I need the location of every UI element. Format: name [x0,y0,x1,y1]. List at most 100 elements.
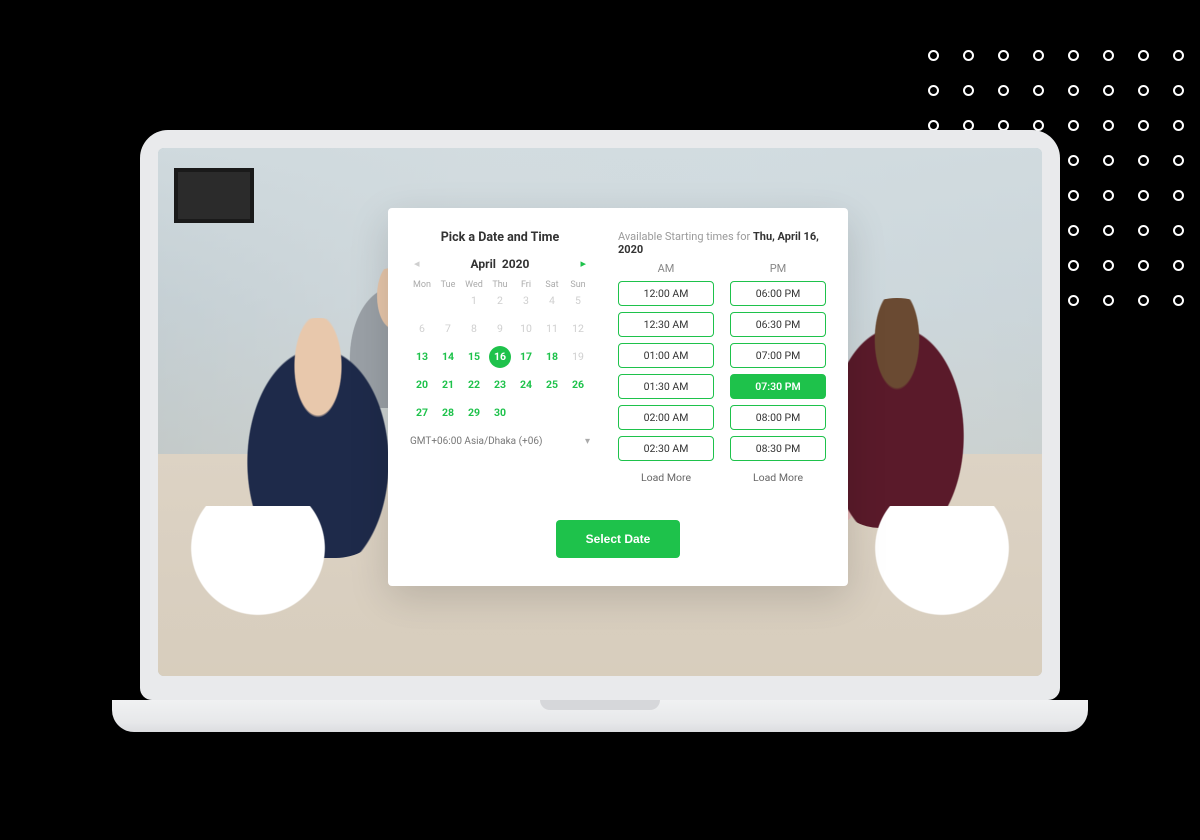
calendar-day[interactable]: 24 [515,374,537,396]
calendar-day[interactable]: 18 [541,346,563,368]
laptop-mockup: Pick a Date and Time ◂ April 2020 ▸ MonT… [140,130,1060,770]
decor-dot [1068,225,1079,236]
decor-dot [1068,295,1079,306]
calendar-day[interactable]: 30 [489,402,511,424]
decor-dot [1103,85,1114,96]
calendar-day [541,402,563,424]
time-slot[interactable]: 02:30 AM [618,436,714,461]
prev-month-button[interactable]: ◂ [410,255,424,272]
timezone-label: GMT+06:00 Asia/Dhaka (+06) [410,436,542,447]
available-times-heading: Available Starting times for Thu, April … [618,230,826,256]
decor-dot [1173,190,1184,201]
calendar-day[interactable]: 17 [515,346,537,368]
year-label: 2020 [502,257,530,271]
decor-dot [1033,50,1044,61]
calendar-day: 19 [567,346,589,368]
decor-dot [1103,120,1114,131]
calendar-day[interactable]: 27 [411,402,433,424]
calendar-day: 9 [489,318,511,340]
decor-dot [1103,50,1114,61]
calendar-day: 4 [541,290,563,312]
laptop-notch [540,700,660,710]
am-header: AM [618,262,714,275]
decor-dot [1173,120,1184,131]
laptop-screen: Pick a Date and Time ◂ April 2020 ▸ MonT… [158,148,1042,676]
time-slot[interactable]: 06:30 PM [730,312,826,337]
decor-dot [1138,155,1149,166]
wall-frame [174,168,254,223]
time-slot[interactable]: 01:30 AM [618,374,714,399]
calendar-day [411,290,433,312]
calendar-day[interactable]: 21 [437,374,459,396]
calendar-day [567,402,589,424]
decor-dot [963,50,974,61]
calendar-panel: Pick a Date and Time ◂ April 2020 ▸ MonT… [410,230,590,484]
calendar-day: 6 [411,318,433,340]
widget-title: Pick a Date and Time [410,230,590,245]
calendar-day[interactable]: 20 [411,374,433,396]
time-slot[interactable]: 07:00 PM [730,343,826,368]
laptop-base [112,700,1087,732]
time-slot[interactable]: 12:30 AM [618,312,714,337]
time-columns: AM 12:00 AM 12:30 AM 01:00 AM 01:30 AM 02:00… [618,262,826,484]
load-more-pm[interactable]: Load More [730,471,826,484]
calendar-day[interactable]: 15 [463,346,485,368]
time-slot[interactable]: 02:00 AM [618,405,714,430]
time-slot[interactable]: 12:00 AM [618,281,714,306]
calendar-day[interactable]: 28 [437,402,459,424]
chevron-down-icon: ▾ [585,436,590,447]
calendar-day[interactable]: 29 [463,402,485,424]
calendar-day: 11 [541,318,563,340]
decor-dot [1033,85,1044,96]
pm-slot-list: 06:00 PM 06:30 PM 07:00 PM 07:30 PM 08:00 PM… [730,281,826,461]
decor-dot [1138,225,1149,236]
am-slot-list: 12:00 AM 12:30 AM 01:00 AM 01:30 AM 02:00 AM… [618,281,714,461]
time-slot[interactable]: 07:30 PM [730,374,826,399]
load-more-am[interactable]: Load More [618,471,714,484]
laptop-bezel: Pick a Date and Time ◂ April 2020 ▸ MonT… [140,130,1060,700]
time-slot[interactable]: 08:00 PM [730,405,826,430]
am-column: AM 12:00 AM 12:30 AM 01:00 AM 01:30 AM 02:00… [618,262,714,484]
calendar-day: 7 [437,318,459,340]
weekday-label: Wed [462,280,486,290]
decor-dot [963,85,974,96]
decor-dot [1138,50,1149,61]
calendar-day[interactable]: 13 [411,346,433,368]
calendar-day: 2 [489,290,511,312]
decor-dot [1173,225,1184,236]
time-slot[interactable]: 08:30 PM [730,436,826,461]
decor-dot [1138,190,1149,201]
next-month-button[interactable]: ▸ [576,255,590,272]
calendar-day[interactable]: 16 [489,346,511,368]
decor-dot [1138,85,1149,96]
pm-column: PM 06:00 PM06:30 PM07:00 PM07:30 PM08:00… [730,262,826,484]
select-date-button[interactable]: Select Date [556,520,681,558]
calendar-day[interactable]: 22 [463,374,485,396]
calendar-day: 5 [567,290,589,312]
calendar-day[interactable]: 23 [489,374,511,396]
calendar-day: 3 [515,290,537,312]
month-year-label: April 2020 [471,257,530,271]
weekday-label: Tue [436,280,460,290]
month-label: April [471,257,496,271]
available-prefix: Available Starting times for [618,230,753,243]
time-slot[interactable]: 01:00 AM [618,343,714,368]
weekday-label: Sun [566,280,590,290]
decor-dot [1103,260,1114,271]
decor-dot [1173,295,1184,306]
decor-dot [1068,155,1079,166]
decor-dot [1103,190,1114,201]
calendar-day[interactable]: 25 [541,374,563,396]
weekday-label: Mon [410,280,434,290]
decor-dot [1173,155,1184,166]
decor-dot [998,50,1009,61]
bg-chair [872,506,1012,646]
calendar-day[interactable]: 14 [437,346,459,368]
decor-dot [1173,260,1184,271]
decor-dot [1068,190,1079,201]
timezone-selector[interactable]: GMT+06:00 Asia/Dhaka (+06) ▾ [410,436,590,447]
weekday-label: Sat [540,280,564,290]
time-slot[interactable]: 06:00 PM [730,281,826,306]
timeslot-panel: Available Starting times for Thu, April … [618,230,826,484]
calendar-day[interactable]: 26 [567,374,589,396]
